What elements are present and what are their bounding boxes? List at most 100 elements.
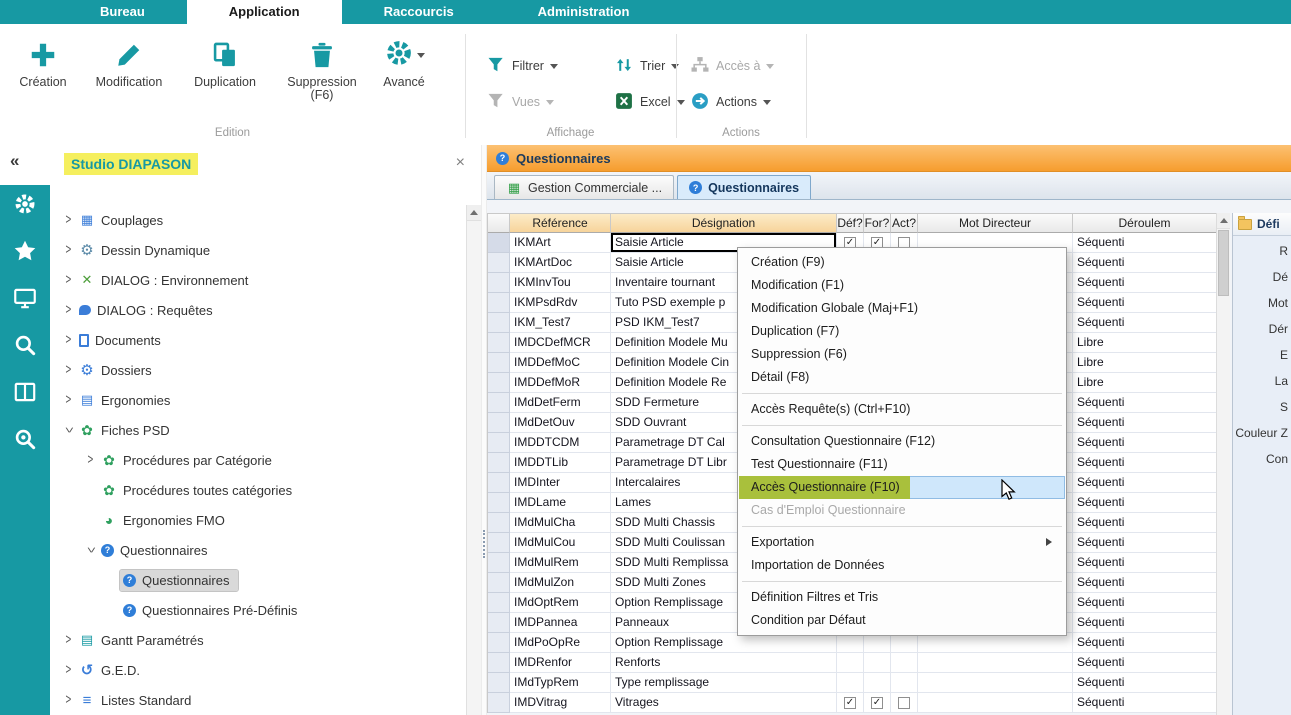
column-header-mot-directeur[interactable]: Mot Directeur [918, 213, 1073, 233]
cell-reference[interactable]: IMDDTLib [510, 453, 611, 473]
duplication-button[interactable]: Duplication [185, 38, 265, 89]
cell-mot-directeur[interactable] [918, 673, 1073, 693]
cell-deroulement[interactable]: Séquenti [1073, 233, 1217, 253]
star-icon[interactable] [12, 238, 38, 264]
cell-deroulement[interactable]: Séquenti [1073, 653, 1217, 673]
book-icon[interactable] [12, 379, 38, 405]
row-selector[interactable] [488, 653, 510, 673]
row-selector[interactable] [488, 553, 510, 573]
monitor-icon[interactable] [12, 285, 38, 311]
modification-button[interactable]: Modification [88, 38, 170, 89]
row-selector[interactable] [488, 533, 510, 553]
chevron-icon[interactable] [60, 242, 76, 258]
scrollbar-thumb[interactable] [1218, 230, 1229, 296]
cell-mot-directeur[interactable] [918, 693, 1073, 713]
table-scrollbar[interactable] [1216, 213, 1230, 715]
table-row[interactable]: IMDRenfor Renforts Séquenti [488, 653, 1217, 673]
menu-tab[interactable]: Bureau [58, 0, 187, 24]
context-menu-item[interactable]: Condition par Défaut [739, 609, 1065, 632]
chevron-icon[interactable] [60, 332, 76, 348]
header-selector-cell[interactable] [488, 213, 510, 233]
cell-deroulement[interactable]: Séquenti [1073, 473, 1217, 493]
context-menu-item[interactable]: Suppression (F6) [739, 343, 1065, 366]
cell-deroulement[interactable]: Séquenti [1073, 313, 1217, 333]
chevron-icon[interactable] [60, 632, 76, 648]
row-selector[interactable] [488, 693, 510, 713]
tree-item[interactable]: Gantt Paramétrés [50, 625, 466, 655]
cell-mot-directeur[interactable] [918, 633, 1073, 653]
row-selector[interactable] [488, 353, 510, 373]
context-menu-item[interactable]: Définition Filtres et Tris [739, 586, 1065, 609]
tree-item[interactable]: Ergonomies [50, 385, 466, 415]
cell-reference[interactable]: IMDDTCDM [510, 433, 611, 453]
cell-reference[interactable]: IMDPannea [510, 613, 611, 633]
context-menu-item[interactable]: Exportation [739, 531, 1065, 554]
tree-item[interactable]: Questionnaires [50, 565, 466, 595]
tree-item[interactable]: Documents [50, 325, 466, 355]
chevron-icon[interactable] [104, 602, 120, 618]
tree-item[interactable]: Questionnaires [50, 535, 466, 565]
chevron-icon[interactable] [60, 692, 76, 708]
close-icon[interactable]: × [456, 154, 465, 172]
context-menu-item[interactable]: Importation de Données [739, 554, 1065, 577]
cell-deroulement[interactable]: Séquenti [1073, 553, 1217, 573]
row-selector[interactable] [488, 313, 510, 333]
cell-deroulement[interactable]: Séquenti [1073, 493, 1217, 513]
actions-dropdown-caret[interactable] [763, 100, 771, 109]
column-header-reference[interactable]: Référence [510, 213, 611, 233]
actions-button[interactable]: Actions [690, 90, 771, 114]
cell-reference[interactable]: IKMArt [510, 233, 611, 253]
context-menu-item[interactable]: Accès Requête(s) (Ctrl+F10) [739, 398, 1065, 421]
tree-item[interactable]: Couplages [50, 205, 466, 235]
scroll-up-icon[interactable] [467, 205, 481, 221]
cell-reference[interactable]: IMdDetOuv [510, 413, 611, 433]
row-selector[interactable] [488, 493, 510, 513]
chevron-icon[interactable] [82, 542, 98, 558]
cell-mot-directeur[interactable] [918, 653, 1073, 673]
column-header-designation[interactable]: Désignation [611, 213, 837, 233]
cell-reference[interactable]: IKMArtDoc [510, 253, 611, 273]
menu-tab[interactable]: Administration [496, 0, 672, 24]
menu-tab[interactable]: Raccourcis [342, 0, 496, 24]
document-tab[interactable]: Gestion Commerciale ... [494, 175, 674, 199]
row-selector[interactable] [488, 273, 510, 293]
cell-deroulement[interactable]: Libre [1073, 333, 1217, 353]
cell-designation[interactable]: Vitrages [611, 693, 837, 713]
cell-deroulement[interactable]: Séquenti [1073, 613, 1217, 633]
column-header-deroulement[interactable]: Déroulem [1073, 213, 1217, 233]
cell-deroulement[interactable]: Séquenti [1073, 433, 1217, 453]
tree-item[interactable]: Listes Standard [50, 685, 466, 715]
avance-dropdown-caret[interactable] [417, 53, 425, 62]
cell-deroulement[interactable]: Libre [1073, 353, 1217, 373]
cell-reference[interactable]: IMdMulRem [510, 553, 611, 573]
tree-item[interactable]: DIALOG : Environnement [50, 265, 466, 295]
tree-item[interactable]: Procédures toutes catégories [50, 475, 466, 505]
def-checkbox[interactable] [844, 697, 856, 709]
context-menu-item[interactable]: Modification Globale (Maj+F1) [739, 297, 1065, 320]
tree-item[interactable]: Fiches PSD [50, 415, 466, 445]
row-selector[interactable] [488, 333, 510, 353]
cell-designation[interactable]: Option Remplissage [611, 633, 837, 653]
cell-deroulement[interactable]: Séquenti [1073, 573, 1217, 593]
cell-designation[interactable]: Renforts [611, 653, 837, 673]
filtrer-button[interactable]: Filtrer [486, 54, 558, 78]
cell-deroulement[interactable]: Séquenti [1073, 533, 1217, 553]
chevron-icon[interactable] [60, 212, 76, 228]
creation-button[interactable]: Création [12, 38, 74, 89]
gear-icon[interactable] [12, 191, 38, 217]
chevron-icon[interactable] [82, 512, 98, 528]
row-selector[interactable] [488, 373, 510, 393]
row-selector[interactable] [488, 293, 510, 313]
scroll-up-icon[interactable] [1217, 213, 1230, 229]
context-menu-item[interactable]: Accès Questionnaire (F10) [739, 476, 1065, 499]
context-menu-item[interactable] [739, 421, 1065, 430]
tree-item[interactable]: Dessin Dynamique [50, 235, 466, 265]
for-checkbox[interactable] [871, 697, 883, 709]
table-row[interactable]: IMdTypRem Type remplissage Séquenti [488, 673, 1217, 693]
chevron-icon[interactable] [60, 392, 76, 408]
tree-item[interactable]: G.E.D. [50, 655, 466, 685]
tree-item[interactable]: Ergonomies FMO [50, 505, 466, 535]
chevron-icon[interactable] [60, 302, 76, 318]
chevron-icon[interactable] [60, 422, 76, 438]
cell-reference[interactable]: IMdPoOpRe [510, 633, 611, 653]
